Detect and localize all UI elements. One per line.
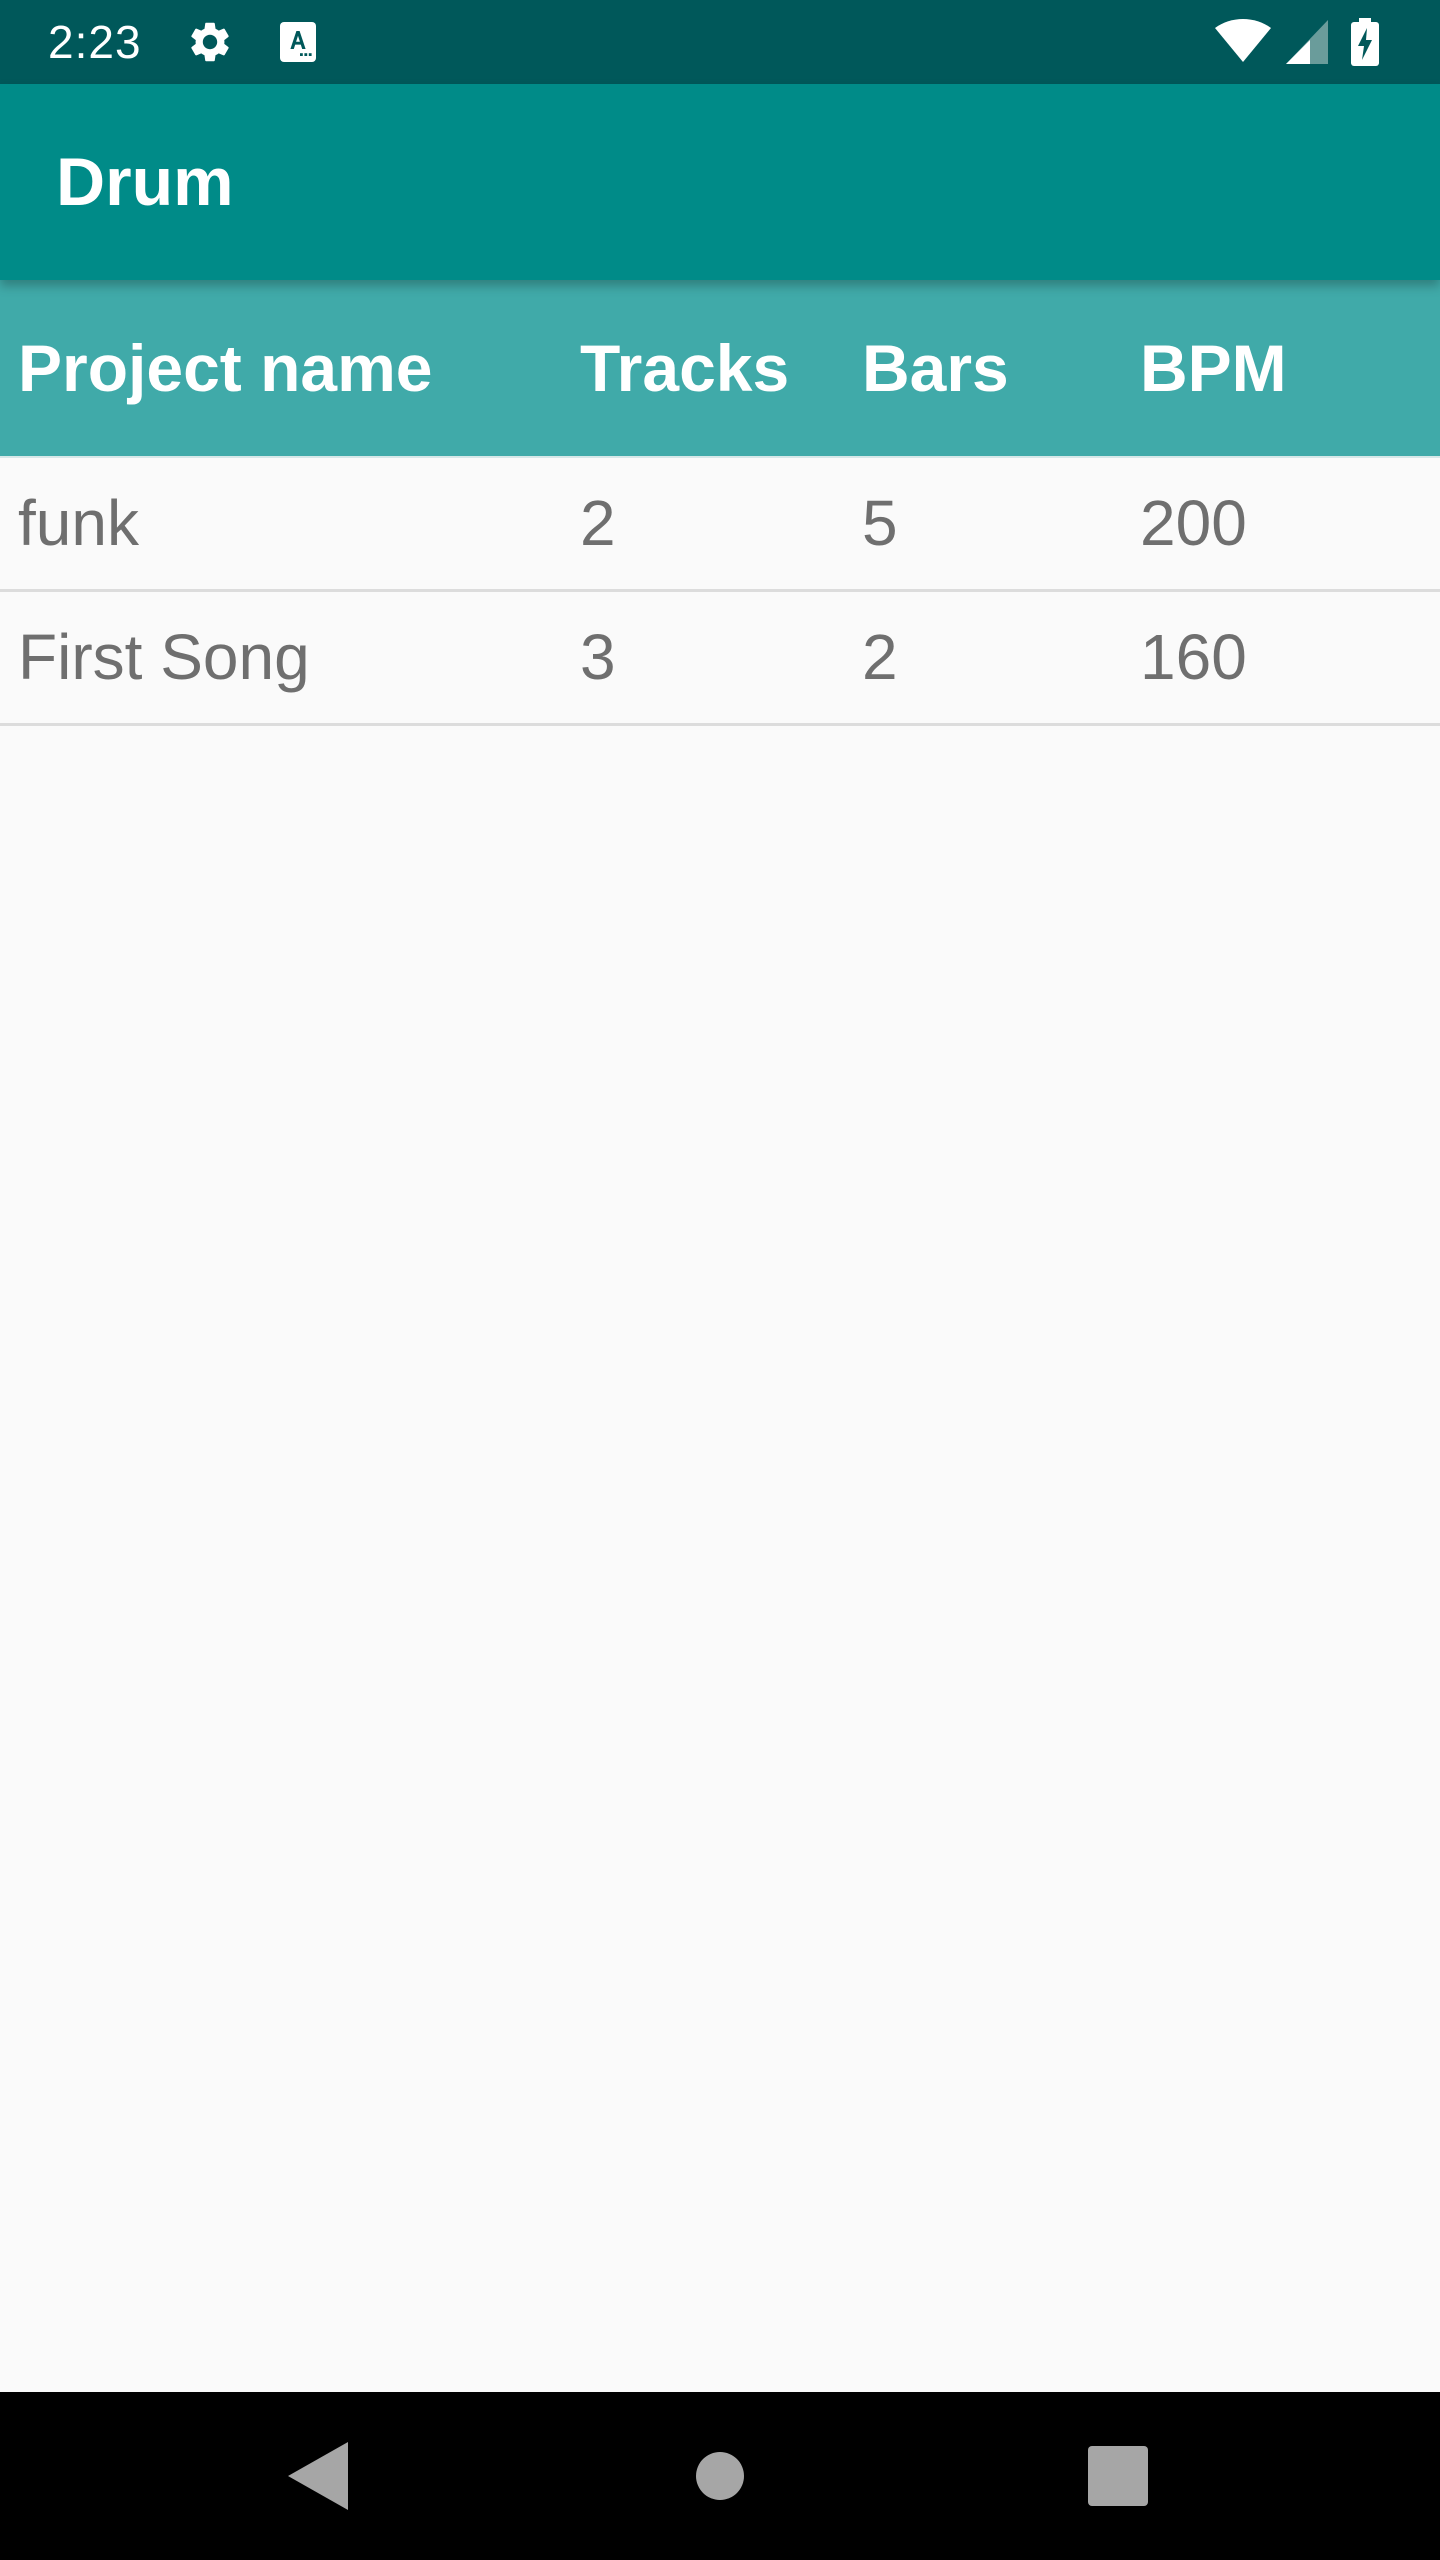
bpm-cell: 200 [1140,487,1247,559]
app-title: Drum [56,144,234,220]
column-header-tracks: Tracks [580,331,790,405]
project-name-cell: funk [18,487,139,559]
gear-icon [191,22,229,62]
project-name-cell: First Song [18,621,310,693]
home-icon[interactable] [680,2436,760,2516]
font-a-icon [280,22,316,62]
recents-icon[interactable] [1078,2436,1158,2516]
status-time: 2:23 [48,16,142,68]
table-header: Project name Tracks Bars BPM [0,280,1440,456]
status-bar: 2:23 [0,0,1440,84]
table-row[interactable]: First Song 3 2 160 [0,592,1440,726]
cell-signal-icon [1286,20,1328,64]
tracks-cell: 3 [580,621,616,693]
bars-cell: 2 [862,621,898,693]
tracks-cell: 2 [580,487,616,559]
wifi-icon [1215,19,1271,62]
back-icon[interactable] [280,2436,360,2516]
navigation-bar [0,2392,1440,2560]
column-header-project-name: Project name [18,331,433,405]
column-header-bars: Bars [862,331,1009,405]
bars-cell: 5 [862,487,898,559]
column-header-bpm: BPM [1140,331,1287,405]
bpm-cell: 160 [1140,621,1247,693]
table-row[interactable]: funk 2 5 200 [0,456,1440,592]
project-table: funk 2 5 200 First Song 3 2 160 [0,456,1440,726]
battery-charging-icon [1351,18,1379,66]
app-bar: Drum [0,84,1440,280]
